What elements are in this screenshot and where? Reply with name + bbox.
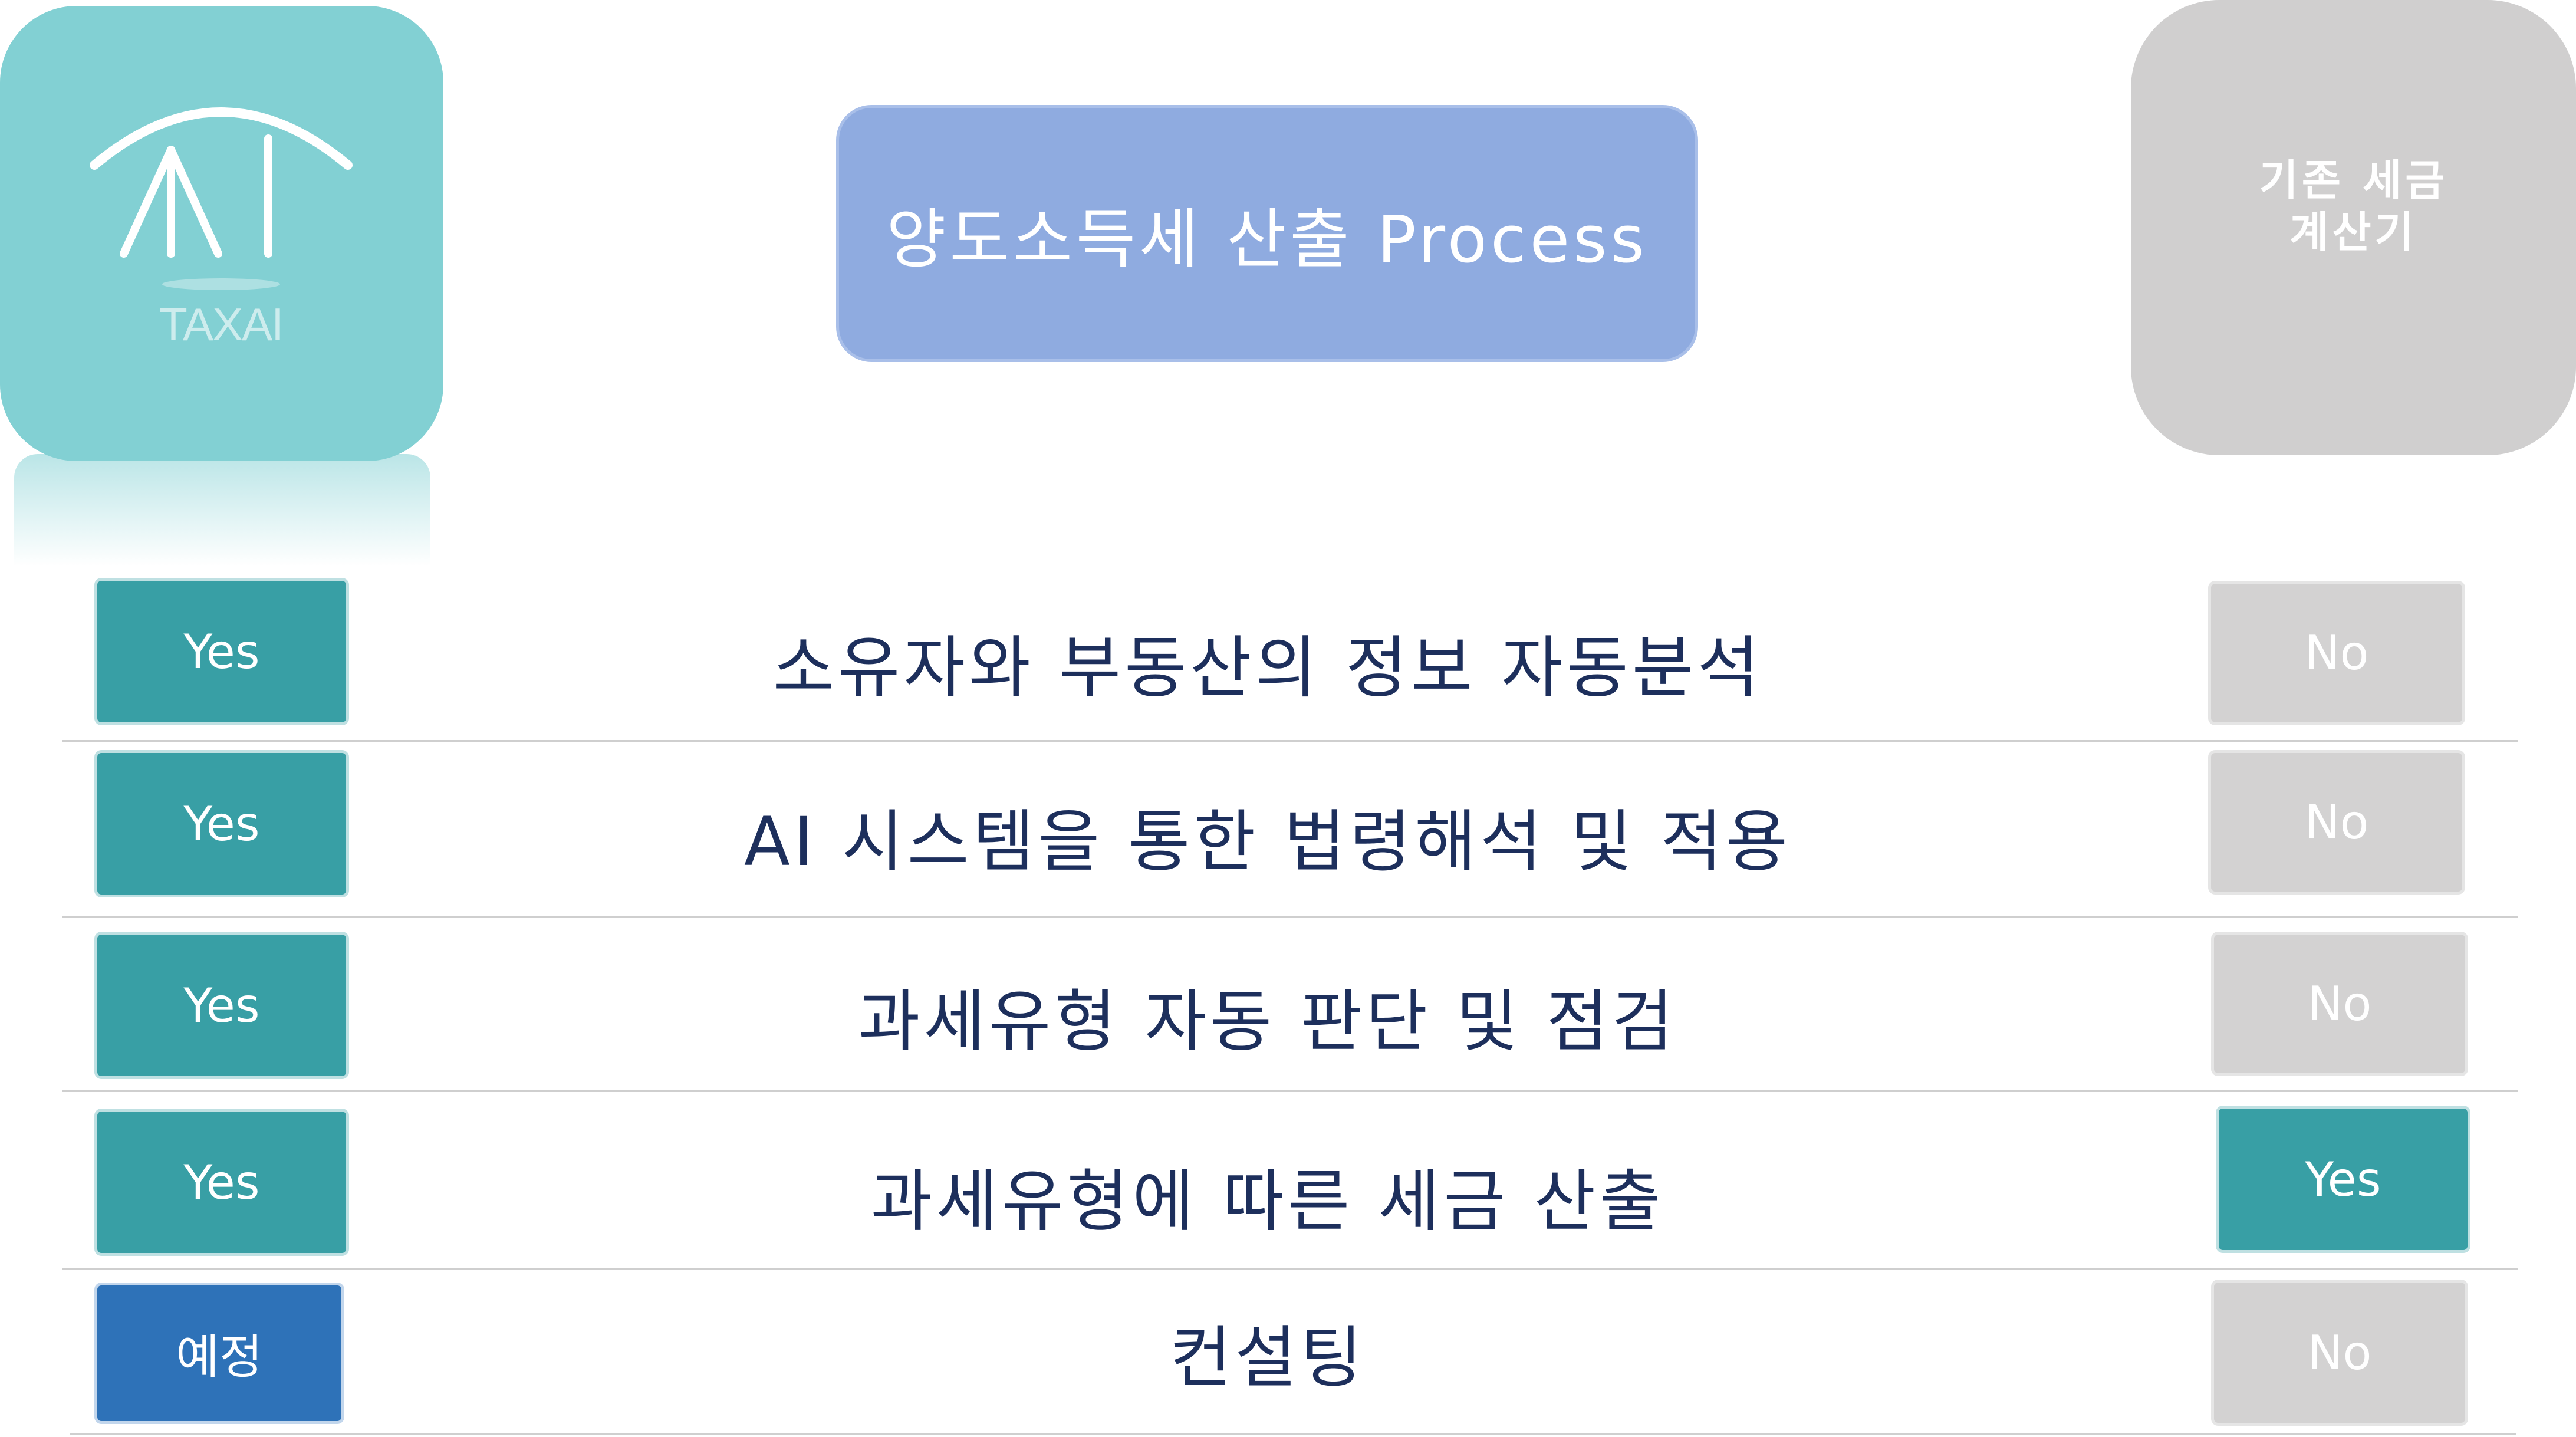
row-label: 소유자와 부동산의 정보 자동분석 bbox=[772, 629, 1763, 707]
taxai-status-badge: 예정 bbox=[94, 1283, 344, 1424]
logo-reflection bbox=[14, 454, 430, 566]
existing-calculator-header: 기존 세금 계산기 bbox=[2131, 0, 2576, 455]
existing-calculator-line1: 기존 세금 bbox=[2259, 156, 2448, 205]
existing-status-badge: No bbox=[2208, 750, 2465, 895]
row-label: 과세유형에 따른 세금 산출 bbox=[870, 1162, 1665, 1241]
row-divider bbox=[62, 916, 2518, 918]
process-title: 양도소득세 산출 Process bbox=[836, 105, 1698, 362]
taxai-status-badge: Yes bbox=[94, 932, 349, 1079]
existing-status-badge: No bbox=[2211, 1280, 2468, 1426]
row-label: AI 시스템을 통한 법령해석 및 적용 bbox=[743, 803, 1792, 881]
taxai-status-badge: Yes bbox=[94, 578, 349, 725]
existing-calculator-line2: 계산기 bbox=[2289, 208, 2417, 257]
existing-status-badge: No bbox=[2211, 932, 2468, 1076]
row-divider bbox=[70, 1433, 2516, 1435]
row-label: 과세유형 자동 판단 및 점검 bbox=[858, 982, 1677, 1061]
row-label: 컨설팅 bbox=[1169, 1318, 1366, 1397]
taxai-status-badge: Yes bbox=[94, 1109, 349, 1256]
taxai-status-badge: Yes bbox=[94, 750, 349, 897]
row-divider bbox=[62, 1090, 2518, 1092]
existing-status-badge: Yes bbox=[2216, 1106, 2470, 1253]
row-divider bbox=[62, 1268, 2518, 1270]
row-divider bbox=[62, 740, 2518, 742]
logo-wordmark: TAXAI bbox=[159, 298, 284, 350]
existing-status-badge: No bbox=[2208, 581, 2465, 725]
